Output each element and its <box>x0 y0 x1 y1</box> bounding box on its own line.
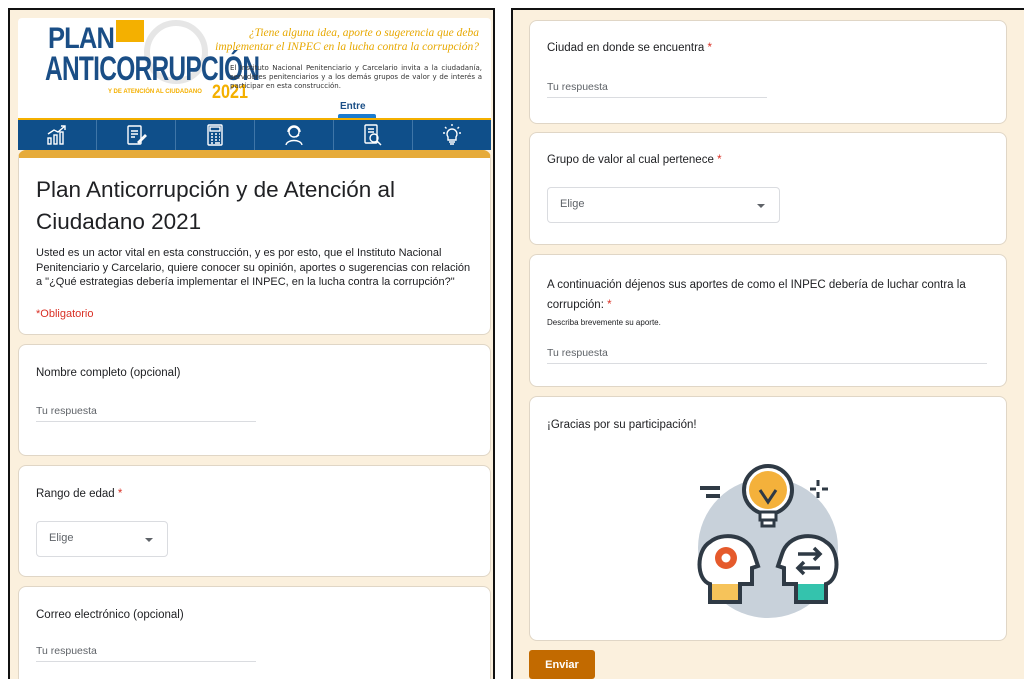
form-title: Plan Anticorrupción y de Atención al Ciu… <box>36 177 395 234</box>
question-card-ciudad: Ciudad en donde se encuentra * Tu respue… <box>529 20 1007 124</box>
question-card-correo: Correo electrónico (opcional) Tu respues… <box>18 586 491 679</box>
document-search-icon <box>334 120 413 150</box>
header-banner: PLAN ANTICORRUPCIÓN Y DE ATENCIÓN AL CIU… <box>18 18 491 150</box>
thanks-text: ¡Gracias por su participación! <box>547 419 697 431</box>
question-label-nombre: Nombre completo (opcional) <box>36 367 181 379</box>
required-asterisk: * <box>117 488 123 500</box>
logo-subline: Y DE ATENCIÓN AL CIUDADANO <box>108 89 202 95</box>
question-card-grupo: Grupo de valor al cual pertenece * Elige <box>529 132 1007 245</box>
document-pen-icon <box>97 120 176 150</box>
lightbulb-icon <box>413 120 491 150</box>
dropdown-grupo[interactable]: Elige <box>547 187 780 223</box>
question-label-ciudad: Ciudad en donde se encuentra * <box>547 42 712 54</box>
answer-input-correo[interactable]: Tu respuesta <box>36 645 256 662</box>
required-asterisk: * <box>707 42 712 54</box>
question-card-aportes: A continuación déjenos sus aportes de co… <box>529 254 1007 387</box>
required-note: *Obligatorio <box>36 308 94 320</box>
answer-input-aportes[interactable]: Tu respuesta <box>547 347 987 364</box>
form-pane-right: Ciudad en donde se encuentra * Tu respue… <box>511 8 1024 679</box>
answer-input-nombre[interactable]: Tu respuesta <box>36 405 256 422</box>
question-label-grupo: Grupo de valor al cual pertenece * <box>547 154 722 166</box>
dropdown-edad[interactable]: Elige <box>36 521 168 557</box>
dropdown-value: Elige <box>49 532 74 544</box>
calculator-icon <box>176 120 255 150</box>
form-description: Usted es un actor vital en esta construc… <box>36 247 471 288</box>
question-label-edad: Rango de edad * <box>36 488 123 500</box>
question-label-correo: Correo electrónico (opcional) <box>36 609 184 621</box>
ideas-heads-icon <box>697 464 839 618</box>
answer-input-ciudad[interactable]: Tu respuesta <box>547 81 767 98</box>
banner-invite-text: El Instituto Nacional Penitenciario y Ca… <box>230 64 482 90</box>
submit-button[interactable]: Enviar <box>529 650 595 679</box>
question-card-edad: Rango de edad * Elige <box>18 465 491 577</box>
required-asterisk: * <box>717 154 722 166</box>
question-help-aportes: Describa brevemente su aporte. <box>547 318 661 327</box>
dropdown-value: Elige <box>560 198 585 210</box>
chevron-down-icon <box>757 204 765 208</box>
banner-tagline: ¿Tiene alguna idea, aporte o sugerencia … <box>215 27 479 53</box>
thanks-card: ¡Gracias por su participación! <box>529 396 1007 641</box>
required-asterisk: * <box>607 299 612 311</box>
chart-growth-icon <box>18 120 97 150</box>
question-label-aportes: A continuación déjenos sus aportes de co… <box>547 279 966 311</box>
form-title-card: Plan Anticorrupción y de Atención al Ciu… <box>18 150 491 335</box>
person-headset-icon <box>255 120 334 150</box>
entre-logo: Entre <box>340 101 366 112</box>
chevron-down-icon <box>145 538 153 542</box>
logo-accent-mark <box>116 20 144 42</box>
form-pane-left: PLAN ANTICORRUPCIÓN Y DE ATENCIÓN AL CIU… <box>8 8 495 679</box>
banner-icon-strip <box>18 118 491 150</box>
question-card-nombre: Nombre completo (opcional) Tu respuesta <box>18 344 491 456</box>
